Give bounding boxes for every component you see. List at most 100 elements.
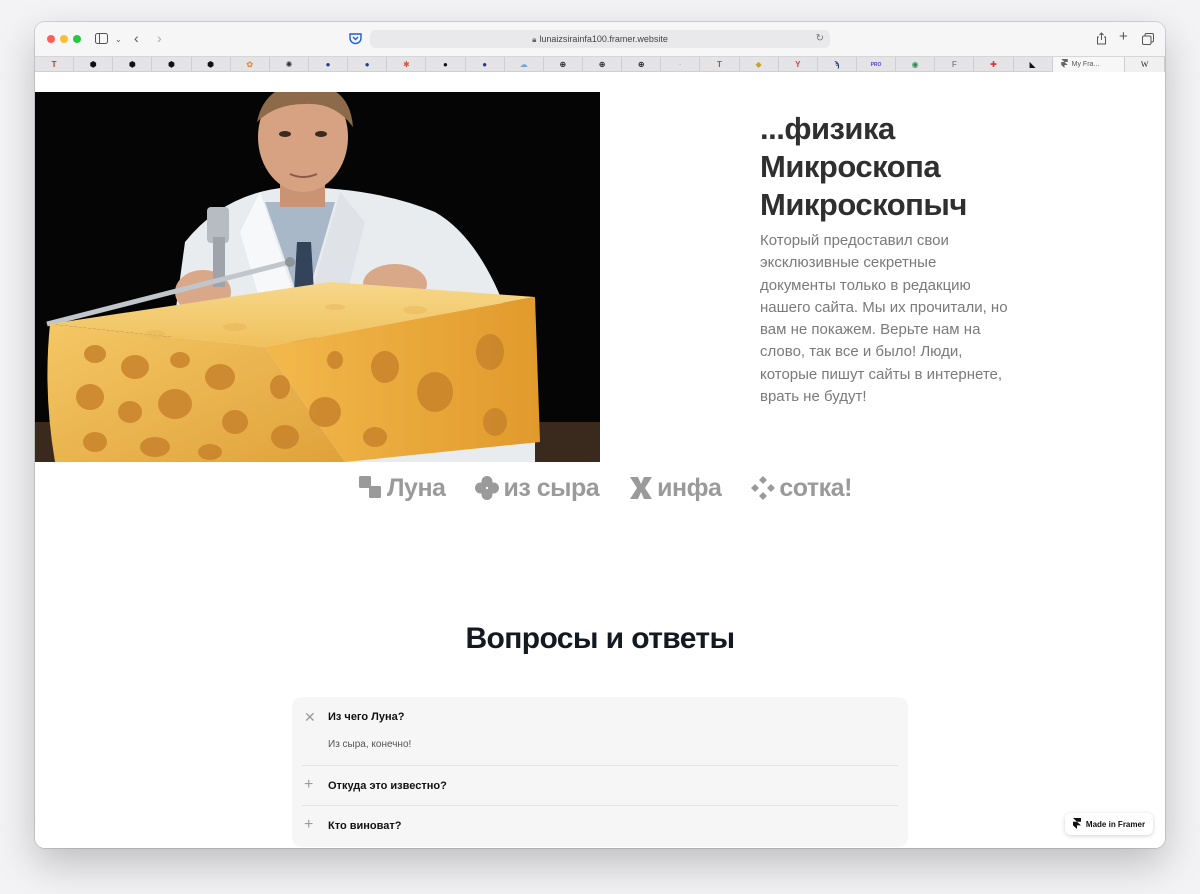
tab-favicon-icon: ⬢	[207, 60, 215, 69]
faq-item[interactable]: + Кто виноват?	[292, 806, 908, 847]
tab-favicon-icon: ◆	[755, 60, 762, 69]
browser-tab[interactable]: ◉	[896, 57, 936, 72]
tab-bar: T ⬢ ⬢ ⬢ ⬢ ✿ ✺ ● ● ✱ ● ● ☁ ⊕ ⊕ ⊕ · T ◆ Yϡ PRO ◉ F ✚ ◣ My Fra... W	[35, 56, 1165, 72]
faq-heading: Вопросы и ответы	[465, 622, 735, 655]
browser-tab[interactable]: ϡ	[818, 57, 857, 72]
browser-tab[interactable]: ●	[466, 57, 505, 72]
plus-icon[interactable]: +	[304, 777, 313, 793]
tab-favicon-icon: T	[51, 60, 57, 69]
tab-favicon-icon: ◣	[1029, 60, 1036, 69]
tab-overview-icon[interactable]	[1142, 33, 1154, 47]
blocks-icon	[359, 476, 383, 500]
tab-favicon-icon: PRO	[870, 61, 882, 68]
made-in-framer-badge[interactable]: Made in Framer	[1065, 813, 1153, 835]
browser-tab[interactable]: ✿	[231, 57, 270, 72]
tab-favicon-icon: ⊕	[637, 60, 645, 69]
browser-tab[interactable]: T	[35, 57, 75, 72]
tab-favicon-icon: Y	[795, 60, 801, 69]
faq-question[interactable]: Кто виноват?	[328, 820, 401, 832]
tab-favicon-icon: ●	[325, 60, 331, 69]
zoom-window-button[interactable]	[73, 35, 81, 43]
sidebar-toggle-icon[interactable]	[95, 33, 108, 46]
forward-icon[interactable]: ›	[157, 31, 162, 45]
minimize-window-button[interactable]	[60, 35, 68, 43]
logo-label: сотка!	[779, 473, 852, 502]
tab-title: My Fra...	[1071, 61, 1100, 68]
logo-label: Луна	[387, 473, 446, 502]
hero-image	[35, 92, 600, 462]
browser-toolbar: ⌄ ‹ › 🔒︎ lunaizsirainfa100.framer.website…	[35, 22, 1165, 56]
browser-tab[interactable]: ☁	[505, 57, 544, 72]
chevron-down-icon[interactable]: ⌄	[115, 34, 122, 46]
address-bar[interactable]: 🔒︎ lunaizsirainfa100.framer.website ↻	[370, 30, 830, 48]
browser-tab[interactable]: ⊕	[583, 57, 623, 72]
browser-tab[interactable]: ·	[661, 57, 701, 72]
browser-tab[interactable]: ✺	[270, 57, 309, 72]
browser-tab[interactable]: ✚	[974, 57, 1014, 72]
tab-favicon-icon: ⬢	[168, 60, 175, 69]
browser-tab[interactable]: PRO	[857, 57, 897, 72]
browser-tab[interactable]: ◣	[1014, 57, 1053, 72]
close-window-button[interactable]	[47, 35, 55, 43]
share-icon[interactable]	[1096, 32, 1107, 47]
plus-icon[interactable]: +	[304, 817, 313, 833]
browser-tab[interactable]: ◆	[740, 57, 779, 72]
browser-tab[interactable]: ⊕	[622, 57, 662, 72]
tab-favicon-icon: ϡ	[834, 60, 840, 69]
tab-favicon-icon: ●	[482, 60, 488, 69]
browser-tab[interactable]: ●	[426, 57, 466, 72]
scientist-with-cheese-illustration	[35, 92, 600, 462]
new-tab-icon[interactable]: +	[1119, 29, 1128, 44]
hero-title: ...физика Микроскопа Микроскопыч	[760, 110, 1060, 224]
browser-window: ⌄ ‹ › 🔒︎ lunaizsirainfa100.framer.website…	[35, 22, 1165, 848]
logo-infa: инфа	[629, 474, 722, 503]
url-text: lunaizsirainfa100.framer.website	[539, 34, 668, 44]
tab-favicon-icon: ●	[443, 60, 448, 69]
tab-favicon-icon: ⬢	[128, 60, 136, 69]
tab-favicon-icon: ◉	[911, 60, 919, 69]
logo-sotka: сотка!	[751, 474, 852, 503]
faq-item[interactable]: ✕ Из чего Луна? Из сыра, конечно!	[292, 697, 908, 765]
tab-favicon-icon: ⬢	[89, 60, 97, 69]
logo-strip: Луна из сыра инфа сотка!	[359, 473, 882, 503]
lock-icon: 🔒︎	[532, 35, 537, 44]
hero-title-line: ...физика	[760, 111, 895, 146]
faq-question[interactable]: Из чего Луна?	[328, 711, 404, 723]
tab-favicon-icon: ☁	[519, 60, 528, 69]
tab-favicon-icon: ✿	[246, 60, 254, 69]
faq-answer: Из сыра, конечно!	[328, 739, 412, 750]
pocket-icon[interactable]	[349, 33, 362, 47]
browser-tab[interactable]: ⬢	[113, 57, 153, 72]
browser-tab[interactable]: F	[935, 57, 975, 72]
browser-tab[interactable]: ⬢	[74, 57, 114, 72]
tab-favicon-icon: ⊕	[598, 60, 606, 69]
logo-luna: Луна	[359, 473, 446, 503]
browser-tab[interactable]: ⬢	[152, 57, 192, 72]
browser-tab[interactable]: T	[700, 57, 740, 72]
hero-description: Который предоставил свои эксклюзивные се…	[760, 232, 1008, 406]
back-icon[interactable]: ‹	[134, 31, 139, 45]
framer-logo-icon	[1072, 817, 1081, 831]
browser-tab[interactable]: ●	[348, 57, 388, 72]
logo-iz-syra: из сыра	[475, 473, 600, 503]
reload-icon[interactable]: ↻	[816, 30, 824, 48]
logo-label: из сыра	[503, 473, 600, 502]
tab-favicon-icon: T	[717, 60, 722, 69]
hero-title-line: Микроскопа	[760, 149, 941, 184]
tab-favicon-icon: ✚	[990, 60, 997, 69]
faq-question[interactable]: Откуда это известно?	[328, 780, 447, 792]
browser-tab[interactable]: ✱	[387, 57, 427, 72]
faq-item[interactable]: + Откуда это известно?	[292, 766, 908, 806]
faq-accordion: ✕ Из чего Луна? Из сыра, конечно! + Отку…	[292, 697, 908, 847]
close-icon[interactable]: ✕	[304, 710, 316, 724]
browser-tab[interactable]: W	[1125, 57, 1165, 72]
tab-favicon-icon: ·	[678, 60, 682, 69]
hero-title-line: Микроскопыч	[760, 187, 967, 222]
page-content: ...физика Микроскопа Микроскопыч Который…	[35, 72, 1165, 848]
badge-label: Made in Framer	[1085, 819, 1146, 829]
browser-tab[interactable]: ●	[309, 57, 349, 72]
browser-tab-active[interactable]: My Fra...	[1052, 57, 1126, 72]
browser-tab[interactable]: Y	[779, 57, 818, 72]
browser-tab[interactable]: ⊕	[544, 57, 583, 72]
browser-tab[interactable]: ⬢	[192, 57, 231, 72]
